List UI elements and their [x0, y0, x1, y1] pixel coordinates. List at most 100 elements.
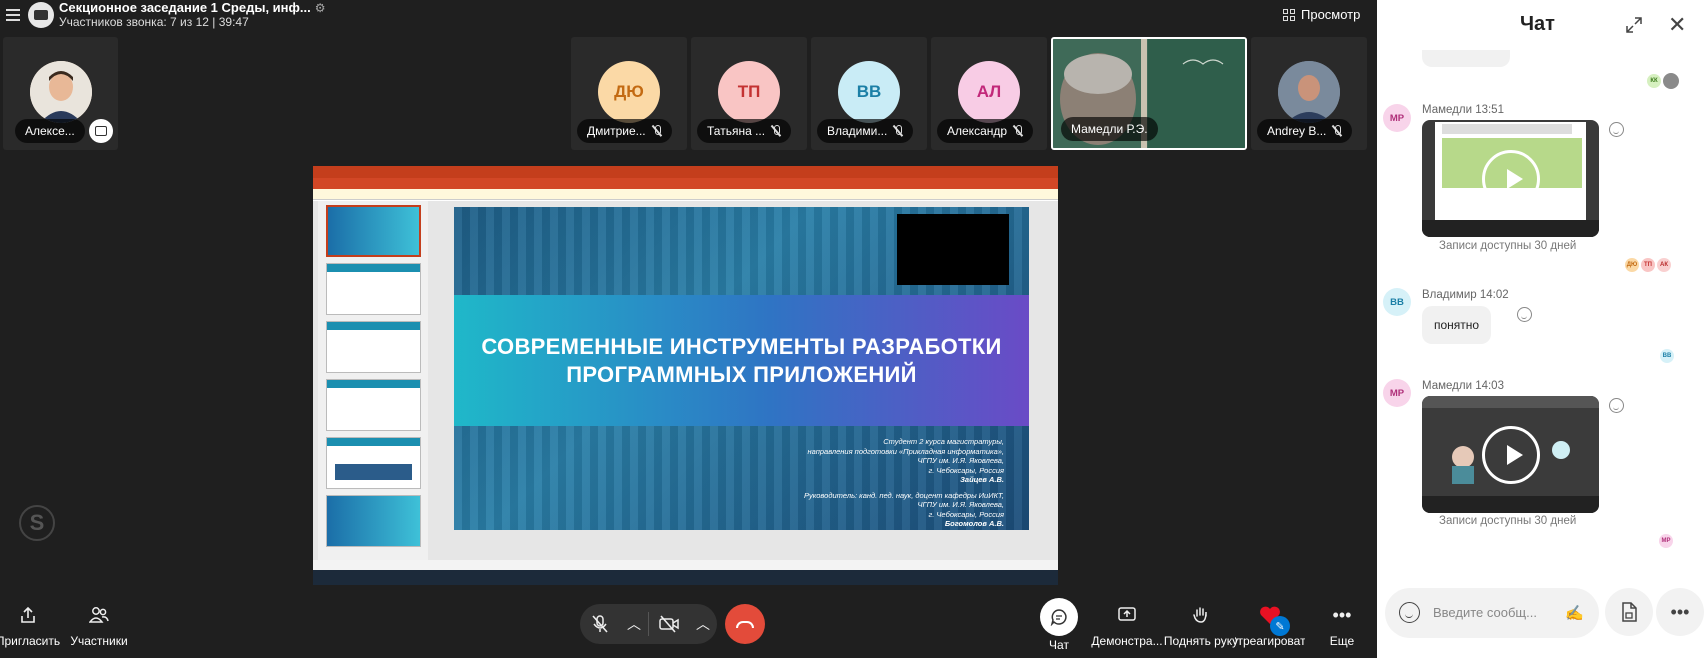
mic-options-button[interactable]: ︿ [620, 604, 648, 644]
media-pill: ︿ ︿ [580, 604, 717, 644]
read-receipt: ДЮ [1625, 258, 1639, 272]
message-avatar: BB [1383, 288, 1411, 316]
current-slide: СОВРЕМЕННЫЕ ИНСТРУМЕНТЫ РАЗРАБОТКИ ПРОГР… [454, 207, 1029, 530]
previous-message-bubble [1422, 50, 1510, 67]
avatar: АЛ [958, 61, 1020, 123]
person-photo [1278, 61, 1340, 123]
chat-title: Чат [1520, 13, 1555, 35]
slide-thumbnail [326, 205, 421, 257]
laptop-icon [34, 10, 48, 20]
share-icon [19, 596, 37, 634]
mute-button[interactable] [580, 604, 620, 644]
format-icon[interactable]: ✍ [1565, 604, 1584, 622]
camera-options-button[interactable]: ︿ [689, 604, 717, 644]
attach-file-button[interactable] [1605, 588, 1653, 636]
message-meta: Мамедли 14:03 [1422, 380, 1504, 392]
powerpoint-statusbar [313, 560, 1058, 570]
conversation-avatar[interactable] [28, 2, 54, 28]
participant-tile[interactable]: ДЮ Дмитрие... [571, 37, 687, 150]
more-icon: ••• [1670, 601, 1690, 622]
video-overlay [897, 214, 1009, 285]
heart-icon: ✎ [1250, 596, 1290, 636]
message-meta: Мамедли 13:51 [1422, 104, 1504, 116]
powerpoint-titlebar [313, 166, 1058, 178]
message-avatar: MP [1383, 379, 1411, 407]
add-reaction-icon[interactable] [1517, 307, 1532, 322]
slide-thumbnail [326, 321, 421, 373]
powerpoint-ribbon [313, 178, 1058, 189]
chevron-up-icon: ︿ [627, 616, 641, 632]
slide-heading: СОВРЕМЕННЫЕ ИНСТРУМЕНТЫ РАЗРАБОТКИ ПРОГР… [481, 333, 1002, 387]
menu-icon[interactable] [6, 6, 20, 21]
chat-button[interactable]: Чат [1040, 596, 1078, 652]
gear-icon[interactable]: ⚙ [315, 1, 326, 15]
participant-name: Татьяна ... [697, 119, 792, 143]
mic-off-icon [771, 125, 781, 137]
message-bubble: понятно [1422, 306, 1492, 344]
participant-tile[interactable]: ВВ Владими... [811, 37, 927, 150]
message-placeholder: Введите сообщ... [1433, 605, 1537, 620]
participant-tile[interactable]: АЛ Александр [931, 37, 1047, 150]
windows-taskbar [313, 570, 1058, 585]
emoji-icon[interactable] [1399, 602, 1420, 623]
react-button[interactable]: ✎ Отреагировать [1235, 596, 1305, 648]
hand-icon [1193, 596, 1209, 634]
invite-button[interactable]: Пригласить [0, 596, 60, 648]
avatar [29, 61, 92, 123]
avatar: ДЮ [598, 61, 660, 123]
read-receipt: КК [1647, 74, 1661, 88]
slide-thumbnail [326, 495, 421, 547]
people-icon [89, 596, 109, 634]
message-input[interactable]: Введите сообщ... ✍ [1385, 588, 1599, 638]
read-receipt-photo [1663, 73, 1679, 89]
pen-icon: ✎ [1270, 616, 1290, 636]
chevron-up-icon: ︿ [696, 616, 710, 632]
participant-tile[interactable]: Andrey B... [1251, 37, 1367, 150]
chat-bubble-icon [1040, 598, 1078, 636]
powerpoint-workspace: СОВРЕМЕННЫЕ ИНСТРУМЕНТЫ РАЗРАБОТКИ ПРОГР… [313, 201, 1058, 560]
call-subtitle: Участников звонка: 7 из 12 | 39:47 [59, 15, 249, 29]
video-message[interactable] [1422, 120, 1599, 237]
expand-icon[interactable] [1626, 17, 1642, 33]
more-options-button[interactable]: ••• [1656, 588, 1704, 636]
add-reaction-icon[interactable] [1609, 398, 1624, 413]
share-screen-button[interactable]: Демонстра... [1091, 596, 1163, 648]
phone-icon [736, 620, 754, 628]
chat-panel: Чат ✕ КК MP Мамедли 13:51 Записи доступн… [1377, 0, 1704, 658]
read-receipt: АК [1657, 258, 1671, 272]
camera-off-icon [659, 615, 679, 633]
play-icon [1481, 149, 1540, 208]
camera-button[interactable] [649, 604, 689, 644]
slide-thumbnail [326, 379, 421, 431]
slide-credits: Студент 2 курса магистратуры, направлени… [803, 437, 1004, 528]
read-receipt: MP [1659, 534, 1673, 548]
slide-thumbnail [326, 437, 421, 489]
participant-tile[interactable]: Алексе... [3, 37, 118, 150]
recording-note: Записи доступны 30 дней [1439, 240, 1577, 252]
mic-off-icon [1332, 125, 1342, 137]
add-reaction-icon[interactable] [1609, 122, 1624, 137]
powerpoint-info-bar [313, 189, 1058, 200]
hang-up-button[interactable] [725, 604, 765, 644]
more-button[interactable]: ••• Еще [1327, 596, 1357, 649]
share-screen-icon [1118, 596, 1136, 634]
participant-name: Andrey B... [1257, 119, 1353, 143]
mic-off-icon [652, 125, 662, 137]
call-title[interactable]: Секционное заседание 1 Среды, инф... ⚙ [59, 0, 325, 15]
participant-tile[interactable]: ТП Татьяна ... [691, 37, 807, 150]
participant-name: Дмитрие... [577, 119, 672, 143]
raise-hand-button[interactable]: Поднять руку [1164, 596, 1238, 648]
avatar: ТП [718, 61, 780, 123]
participant-tile-active-speaker[interactable]: Мамедли Р.Э. [1051, 37, 1247, 150]
screen-share: СОВРЕМЕННЫЕ ИНСТРУМЕНТЫ РАЗРАБОТКИ ПРОГР… [313, 166, 1058, 585]
participants-button[interactable]: Участники [70, 596, 128, 648]
closed-captions-icon[interactable] [89, 119, 113, 143]
avatar [1278, 61, 1340, 123]
mic-off-icon [893, 125, 903, 137]
video-message[interactable] [1422, 396, 1599, 513]
view-button[interactable]: Просмотр [1283, 7, 1360, 22]
close-icon[interactable]: ✕ [1668, 14, 1686, 36]
attach-file-icon [1622, 602, 1637, 622]
person-photo [29, 61, 92, 123]
avatar: ВВ [838, 61, 900, 123]
